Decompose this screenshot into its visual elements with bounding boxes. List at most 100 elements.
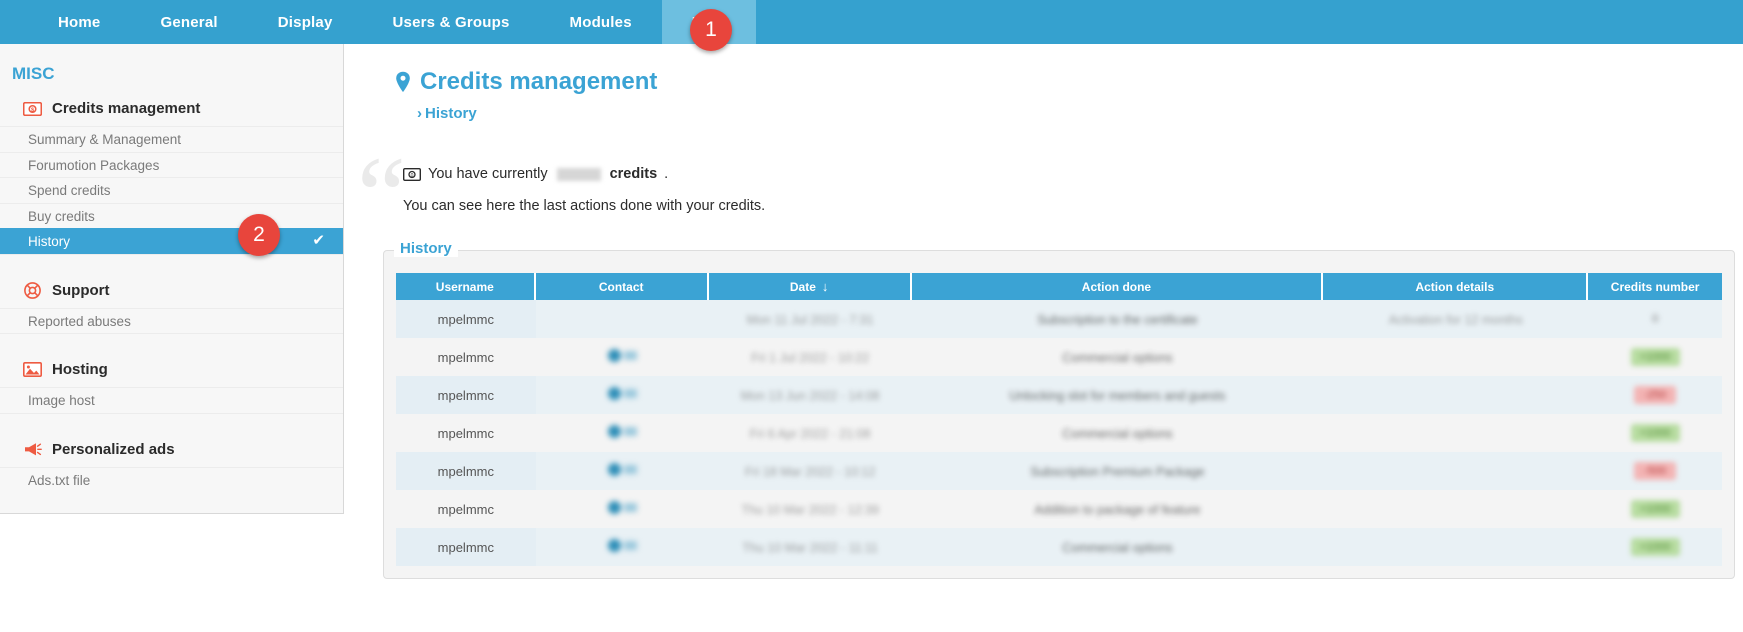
cell-date: Fri 1 Jul 2022 - 10:22 [708,338,912,376]
contact-avatar-icon[interactable] [607,539,637,552]
sidebar-item-label: Image host [28,393,95,408]
column-header-label: Action done [1081,279,1152,294]
cell-username: mpelmmc [396,490,536,528]
cell-credits-number: +1000 [1588,528,1722,566]
sidebar-group-hosting: Hosting [0,355,343,387]
nav-tab-modules[interactable]: Modules [540,0,662,44]
checkmark-icon: ✔ [312,232,325,250]
table-row[interactable]: mpelmmc Mon 11 Jul 2022 - 7:31 Subscript… [396,300,1722,338]
sort-descending-arrow-icon[interactable]: ↓ [822,279,829,294]
cell-action-done: Commercial options [911,414,1324,452]
sidebar-item-buy-credits[interactable]: Buy credits [0,202,343,229]
column-header-action-details[interactable]: Action details [1323,273,1589,300]
column-header-date[interactable]: Date ↓ [708,273,912,300]
cell-date: Fri 18 Mar 2022 - 10:12 [708,452,912,490]
column-header-label: Contact [598,279,644,294]
table-row[interactable]: mpelmmc Thu 10 Mar 2022 - 12:39 Addition… [396,490,1722,528]
cell-date: Thu 10 Mar 2022 - 11:11 [708,528,912,566]
table-row[interactable]: mpelmmc Fri 6 Apr 2022 - 21:08 Commercia… [396,414,1722,452]
redacted-date: Thu 10 Mar 2022 - 12:39 [741,502,879,517]
sidebar-item-forumotion-packages[interactable]: Forumotion Packages [0,151,343,178]
table-row[interactable]: mpelmmc Mon 13 Jun 2022 - 14:08 Unlockin… [396,376,1722,414]
credits-badge: +1000 [1630,424,1680,442]
sidebar-group-support: Support [0,276,343,308]
sidebar-group-credits-management: $ Credits management [0,94,343,126]
svg-text:0: 0 [411,172,414,178]
main-content: Credits management ›History “ ” 0 You ha… [345,44,1743,632]
table-header-row: Username Contact Date ↓ Action done Actio… [396,273,1722,300]
nav-tab-home[interactable]: Home [28,0,130,44]
nav-tab-label: Home [58,13,101,31]
history-fieldset: History Username Contact Date ↓ Action d… [383,240,1735,579]
contact-avatar-icon[interactable] [607,463,637,476]
sidebar-item-image-host[interactable]: Image host [0,387,343,413]
column-header-label: Action details [1415,279,1495,294]
cell-action-details [1323,414,1589,452]
megaphone-icon [22,441,42,458]
redacted-date: Thu 10 Mar 2022 - 11:11 [742,540,878,555]
sidebar-item-summary-and-management[interactable]: Summary & Management [0,126,343,152]
table-row[interactable]: mpelmmc Thu 10 Mar 2022 - 11:11 Commerci… [396,528,1722,566]
nav-tab-display[interactable]: Display [248,0,363,44]
column-header-username[interactable]: Username [396,273,536,300]
sidebar-item-label: Ads.txt file [28,472,91,488]
redacted-action-details: Activation for 12 months [1388,312,1523,327]
table-row[interactable]: mpelmmc Fri 18 Mar 2022 - 10:12 Subscrip… [396,452,1722,490]
cell-username: mpelmmc [396,376,536,414]
table-row[interactable]: mpelmmc Fri 1 Jul 2022 - 10:22 Commercia… [396,338,1722,376]
contact-avatar-icon[interactable] [607,425,637,438]
cell-action-done: Addition to package of feature [911,490,1324,528]
redacted-action-done: Unlocking slot for members and guests [1009,388,1226,403]
step-badge-label: 2 [253,223,265,246]
cell-contact [535,376,709,414]
cell-credits-number: +1000 [1588,338,1722,376]
column-header-action-done[interactable]: Action done [911,273,1324,300]
sidebar-item-reported-abuses[interactable]: Reported abuses [0,307,343,334]
cell-contact [535,414,709,452]
cell-contact [535,452,709,490]
sidebar-item-spend-credits[interactable]: Spend credits [0,177,343,203]
nav-tab-label: Users & Groups [392,13,510,31]
contact-avatar-icon[interactable] [607,387,637,400]
cell-username: mpelmmc [396,528,536,566]
cell-action-done: Commercial options [911,528,1324,566]
cell-username: mpelmmc [396,452,536,490]
nav-tab-users-and-groups[interactable]: Users & Groups [363,0,540,44]
cell-action-details: Activation for 12 months [1323,300,1589,338]
column-header-contact[interactable]: Contact [535,273,709,300]
lifebuoy-icon [22,281,42,299]
column-header-credits-number[interactable]: Credits number [1588,273,1722,300]
sidebar-item-history[interactable]: History ✔ [0,228,343,254]
sidebar-divider [0,333,343,355]
history-legend: History [394,240,458,257]
credits-badge: -250 [1634,386,1677,404]
nav-tab-general[interactable]: General [130,0,247,44]
credits-badge: 0 [1652,313,1659,325]
column-header-label: Credits number [1610,279,1700,294]
credits-balance-line: 0 You have currently credits. [403,166,1255,182]
sidebar-item-label: History [28,234,71,249]
nav-tab-label: Modules [569,13,632,31]
nav-tab-label: General [160,13,218,31]
credits-badge: +1000 [1630,500,1680,518]
top-navigation-bar: Home General Display Users & Groups Modu… [0,0,1743,44]
cell-date: Thu 10 Mar 2022 - 12:39 [708,490,912,528]
contact-avatar-icon[interactable] [607,349,637,362]
banknote-icon: $ [22,100,42,117]
redacted-date: Fri 18 Mar 2022 - 10:12 [744,464,876,479]
cell-credits-number: -250 [1588,376,1722,414]
svg-text:$: $ [30,107,33,113]
credits-balance-prefix: You have currently [428,166,548,182]
step-badge-label: 1 [705,18,717,41]
sidebar-item-ads-txt-file[interactable]: Ads.txt file [0,466,343,493]
cell-action-details [1323,338,1589,376]
cell-date: Mon 13 Jun 2022 - 14:08 [708,376,912,414]
cell-contact [535,490,709,528]
credits-period: . [664,166,669,182]
breadcrumb[interactable]: › History [345,105,1743,122]
sidebar-group-label: Credits management [52,100,201,117]
contact-avatar-icon[interactable] [607,501,637,514]
credits-word: credits [609,166,658,182]
image-icon [22,361,42,378]
quote-open-mark: “ [357,134,406,256]
